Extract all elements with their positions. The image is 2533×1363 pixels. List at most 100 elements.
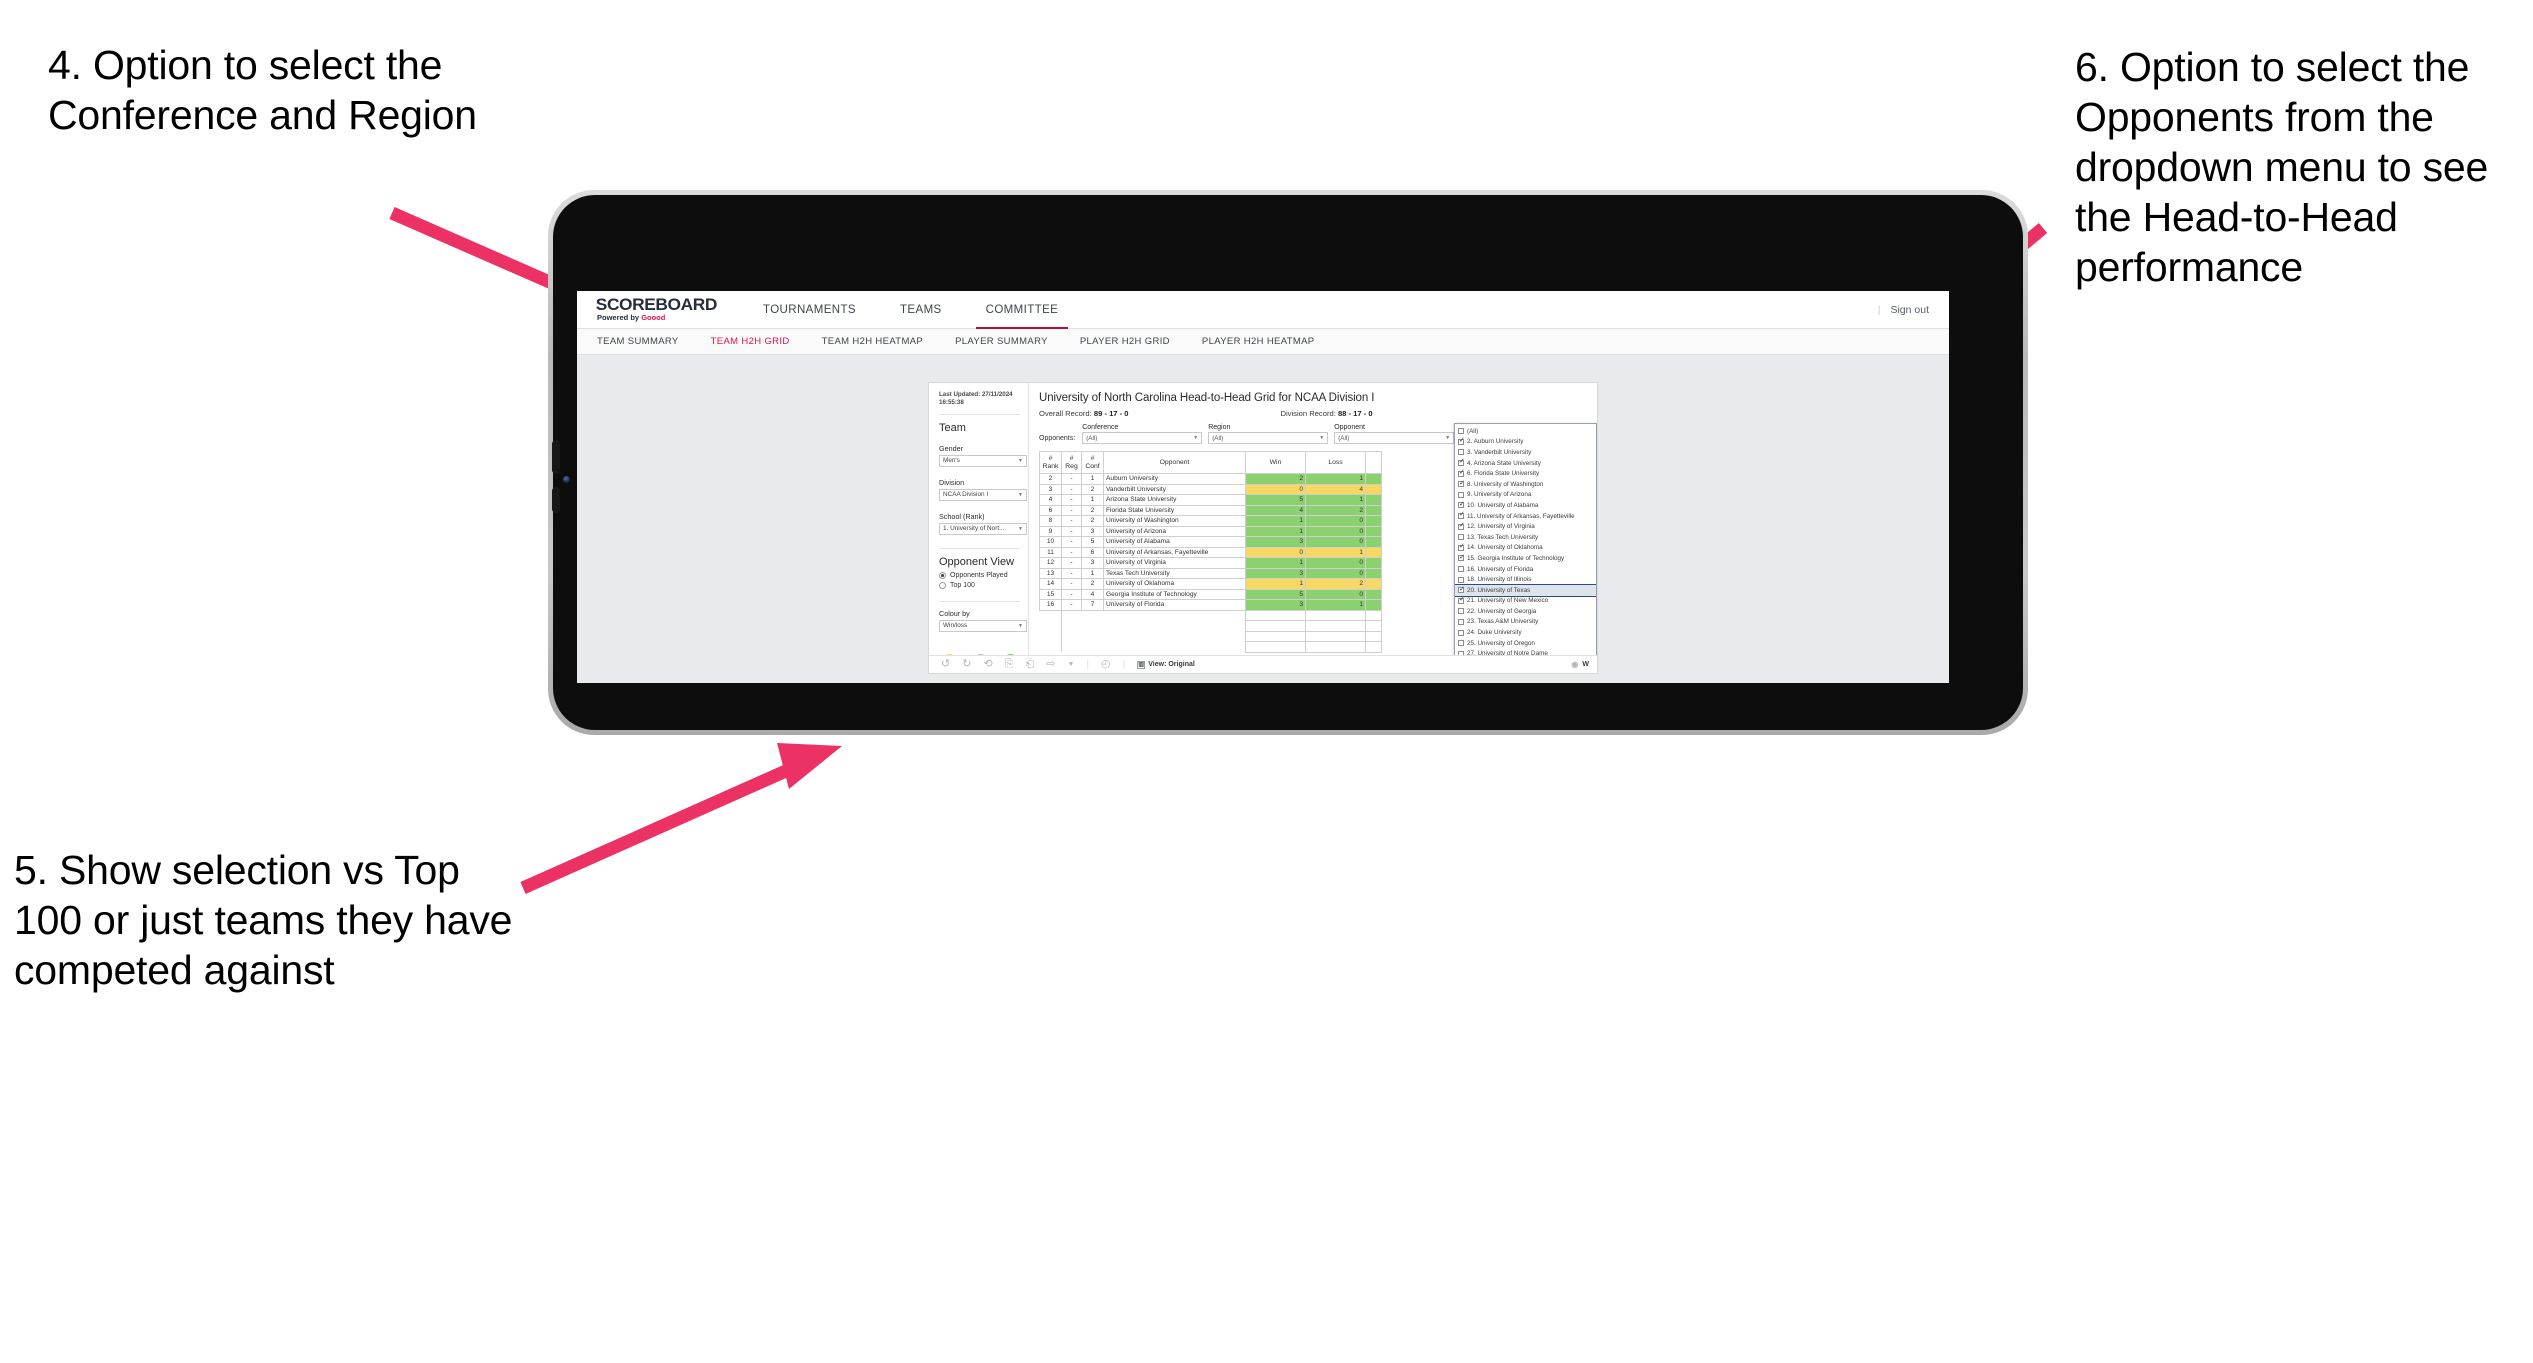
checkbox-icon[interactable] xyxy=(1458,491,1464,498)
opponent-option[interactable]: (All) xyxy=(1455,426,1596,437)
filter-opponent-select[interactable]: (All) ▼ xyxy=(1334,432,1455,444)
nav-item-committee[interactable]: COMMITTEE xyxy=(964,291,1081,329)
checkbox-icon[interactable] xyxy=(1458,566,1464,573)
checkbox-icon[interactable] xyxy=(1458,511,1465,519)
opponent-option[interactable]: 24. Duke University xyxy=(1455,627,1596,638)
checkbox-icon[interactable] xyxy=(1458,480,1465,488)
volume-up-button[interactable] xyxy=(552,440,560,474)
cell-rank: 14 xyxy=(1039,578,1062,590)
cell-spacer xyxy=(1365,578,1382,590)
table-row[interactable]: 8-2 University of Washington 1 0 xyxy=(1039,515,1382,527)
checkbox-icon[interactable] xyxy=(1458,534,1464,541)
table-row[interactable]: 15-4 Georgia Institute of Technology 5 0 xyxy=(1039,588,1382,600)
opponent-options-list[interactable]: (All) 2. Auburn University 3. Vanderbilt U… xyxy=(1455,426,1596,655)
opponent-option[interactable]: 11. University of Arkansas, Fayetteville xyxy=(1455,511,1596,522)
opponent-option[interactable]: 3. Vanderbilt University xyxy=(1455,447,1596,458)
chevron-down-icon[interactable]: ▼ xyxy=(1068,659,1075,670)
table-row[interactable]: 10-5 University of Alabama 3 0 xyxy=(1039,536,1382,548)
opponent-option[interactable]: 27. University of Notre Dame xyxy=(1455,648,1596,655)
opponent-option[interactable]: 8. University of Washington xyxy=(1455,479,1596,490)
table-row[interactable]: 16-7 University of Florida 3 1 xyxy=(1039,599,1382,611)
header-divider: | xyxy=(1877,304,1881,316)
table-row[interactable]: 12-3 University of Virginia 1 0 xyxy=(1039,557,1382,569)
checkbox-icon[interactable] xyxy=(1458,650,1464,655)
opponent-option[interactable]: 9. University of Arizona xyxy=(1455,490,1596,501)
view-original-button[interactable]: ▥ View: Original xyxy=(1137,660,1195,669)
opponent-option-label: 18. University of Illinois xyxy=(1467,576,1532,584)
radio-top-100[interactable]: Top 100 xyxy=(939,581,1020,589)
redo-icon[interactable]: ↻ xyxy=(962,659,971,670)
checkbox-icon[interactable] xyxy=(1458,640,1464,647)
share-icon[interactable]: ⇨ xyxy=(1046,659,1055,670)
opponent-option[interactable]: 23. Texas A&M University xyxy=(1455,617,1596,628)
nav-item-tournaments[interactable]: TOURNAMENTS xyxy=(741,291,878,329)
checkbox-icon[interactable] xyxy=(1458,586,1465,594)
checkbox-icon[interactable] xyxy=(1458,437,1465,445)
nav-item-teams[interactable]: TEAMS xyxy=(878,291,964,329)
volume-down-button[interactable] xyxy=(552,487,560,513)
checkbox-icon[interactable] xyxy=(1458,554,1465,562)
checkbox-icon[interactable] xyxy=(1458,428,1464,435)
sign-out-link[interactable]: Sign out xyxy=(1890,304,1929,316)
brand-logo[interactable]: SCOREBOARD Powered by Goood xyxy=(596,296,719,323)
pause-updates-icon[interactable]: ⎗ xyxy=(1025,659,1034,670)
opponent-dropdown-popup[interactable]: (All) 2. Auburn University 3. Vanderbilt U… xyxy=(1454,423,1597,655)
checkbox-icon[interactable] xyxy=(1458,629,1464,636)
opponent-option[interactable]: 16. University of Florida xyxy=(1455,564,1596,575)
radio-opponents-played[interactable]: Opponents Played xyxy=(939,571,1020,579)
tab-player-h2h-grid[interactable]: PLAYER H2H GRID xyxy=(1080,336,1170,347)
opponent-option[interactable]: 15. Georgia Institute of Technology xyxy=(1455,553,1596,564)
opponent-option[interactable]: 21. University of New Mexico xyxy=(1455,596,1596,607)
refresh-data-icon[interactable]: ⎘ xyxy=(1005,659,1014,670)
opponent-option[interactable]: 22. University of Georgia xyxy=(1455,606,1596,617)
opponent-option[interactable]: 18. University of Illinois xyxy=(1455,574,1596,585)
tab-team-h2h-grid[interactable]: TEAM H2H GRID xyxy=(711,336,790,347)
table-row[interactable]: 4-1 Arizona State University 5 1 xyxy=(1039,494,1382,506)
colour-by-select[interactable]: Win/loss ▼ xyxy=(939,619,1027,632)
opponent-option[interactable]: 10. University of Alabama xyxy=(1455,500,1596,511)
cell-win: 3 xyxy=(1245,599,1306,611)
radio-label-top-100: Top 100 xyxy=(950,581,975,589)
checkbox-icon[interactable] xyxy=(1458,469,1465,477)
table-row[interactable]: 6-2 Florida State University 4 2 xyxy=(1039,504,1382,516)
tab-player-h2h-heatmap[interactable]: PLAYER H2H HEATMAP xyxy=(1202,336,1315,347)
opponent-option[interactable]: 4. Arizona State University xyxy=(1455,458,1596,469)
cell-loss: 1 xyxy=(1305,546,1366,558)
checkbox-icon[interactable] xyxy=(1458,449,1464,456)
checkbox-icon[interactable] xyxy=(1458,608,1464,615)
opponent-option[interactable]: 12. University of Virginia xyxy=(1455,521,1596,532)
school-rank-select[interactable]: 1. University of Nort... ▼ xyxy=(939,522,1027,535)
table-row[interactable]: 2-1 Auburn University 2 1 xyxy=(1039,473,1382,485)
tab-player-summary[interactable]: PLAYER SUMMARY xyxy=(955,336,1048,347)
visualization-card: Last Updated: 27/11/2024 16:55:38 Team G… xyxy=(929,383,1597,673)
filter-region-select[interactable]: (All) ▼ xyxy=(1208,432,1329,444)
checkbox-icon[interactable] xyxy=(1458,522,1465,530)
tab-team-summary[interactable]: TEAM SUMMARY xyxy=(597,336,679,347)
checkbox-icon[interactable] xyxy=(1458,596,1465,604)
filter-conference-select[interactable]: (All) ▼ xyxy=(1082,432,1203,444)
revert-icon[interactable]: ⟲ xyxy=(983,659,992,670)
eye-icon[interactable]: ◉ xyxy=(1571,659,1578,670)
table-row[interactable]: 9-3 University of Arizona 1 0 xyxy=(1039,525,1382,537)
opponent-option[interactable]: 13. Texas Tech University xyxy=(1455,532,1596,543)
undo-icon[interactable]: ↺ xyxy=(941,659,950,670)
opponent-option[interactable]: 25. University of Oregon xyxy=(1455,638,1596,649)
table-row[interactable]: 13-1 Texas Tech University 3 0 xyxy=(1039,567,1382,579)
table-row[interactable]: 11-6 University of Arkansas, Fayetteville… xyxy=(1039,546,1382,558)
table-row[interactable]: 14-2 University of Oklahoma 1 2 xyxy=(1039,578,1382,590)
gender-select[interactable]: Men's ▼ xyxy=(939,454,1027,467)
opponent-option[interactable]: 6. Florida State University xyxy=(1455,468,1596,479)
opponent-option[interactable]: 14. University of Oklahoma xyxy=(1455,543,1596,554)
division-select[interactable]: NCAA Division I ▼ xyxy=(939,488,1027,501)
checkbox-icon[interactable] xyxy=(1458,501,1465,509)
checkbox-icon[interactable] xyxy=(1458,576,1464,583)
checkbox-icon[interactable] xyxy=(1458,458,1465,466)
tab-team-h2h-heatmap[interactable]: TEAM H2H HEATMAP xyxy=(822,336,924,347)
table-row[interactable]: 3-2 Vanderbilt University 0 4 xyxy=(1039,483,1382,495)
cell-win: 0 xyxy=(1245,546,1306,558)
opponent-option[interactable]: 20. University of Texas xyxy=(1455,583,1596,597)
checkbox-icon[interactable] xyxy=(1458,543,1465,551)
checkbox-icon[interactable] xyxy=(1458,618,1464,625)
opponent-option[interactable]: 2. Auburn University xyxy=(1455,437,1596,448)
history-icon[interactable]: ◴ xyxy=(1101,659,1111,670)
